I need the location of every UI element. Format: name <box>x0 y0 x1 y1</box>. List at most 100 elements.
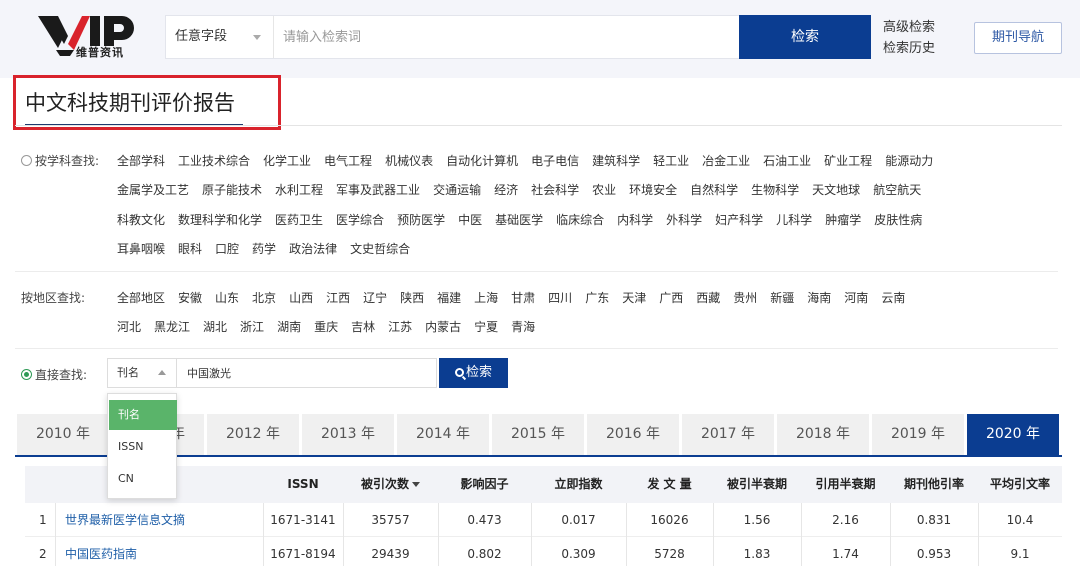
search-button[interactable]: 检索 <box>739 15 871 59</box>
journal-nav-button[interactable]: 期刊导航 <box>974 22 1062 54</box>
dropdown-option[interactable]: 刊名 <box>109 400 177 430</box>
dropdown-option[interactable]: CN <box>109 464 177 494</box>
subject-link[interactable]: 肿瘤学 <box>825 211 861 228</box>
region-link[interactable]: 西藏 <box>696 289 720 306</box>
year-tab[interactable]: 2016 年 <box>587 414 679 455</box>
subject-link[interactable]: 冶金工业 <box>702 152 750 169</box>
region-link[interactable]: 广东 <box>585 289 609 306</box>
year-tab[interactable]: 2015 年 <box>492 414 584 455</box>
region-link[interactable]: 全部地区 <box>117 289 165 306</box>
subject-link[interactable]: 轻工业 <box>653 152 689 169</box>
subject-link[interactable]: 妇产科学 <box>715 211 763 228</box>
region-link[interactable]: 山东 <box>215 289 239 306</box>
subject-link[interactable]: 经济 <box>494 181 518 198</box>
year-tab[interactable]: 2017 年 <box>682 414 774 455</box>
subject-link[interactable]: 文史哲综合 <box>350 240 410 257</box>
region-link[interactable]: 新疆 <box>770 289 794 306</box>
region-link[interactable]: 青海 <box>511 318 535 335</box>
region-link[interactable]: 安徽 <box>178 289 202 306</box>
subject-link[interactable]: 全部学科 <box>117 152 165 169</box>
subject-link[interactable]: 自然科学 <box>690 181 738 198</box>
subject-link[interactable]: 眼科 <box>178 240 202 257</box>
journal-name-link[interactable]: 世界最新医学信息文摘 <box>65 503 255 537</box>
subject-link[interactable]: 航空航天 <box>873 181 921 198</box>
column-header[interactable]: 被引次数 <box>343 466 438 503</box>
subject-link[interactable]: 医药卫生 <box>275 211 323 228</box>
region-link[interactable]: 陕西 <box>400 289 424 306</box>
subject-link[interactable]: 工业技术综合 <box>178 152 250 169</box>
subject-link[interactable]: 交通运输 <box>433 181 481 198</box>
subject-link[interactable]: 数理科学和化学 <box>178 211 262 228</box>
region-link[interactable]: 辽宁 <box>363 289 387 306</box>
subject-link[interactable]: 科教文化 <box>117 211 165 228</box>
subject-link[interactable]: 社会科学 <box>531 181 579 198</box>
region-link[interactable]: 黑龙江 <box>154 318 190 335</box>
subject-link[interactable]: 能源动力 <box>885 152 933 169</box>
region-link[interactable]: 湖北 <box>203 318 227 335</box>
direct-field-select[interactable]: 刊名 <box>107 358 177 388</box>
region-link[interactable]: 四川 <box>548 289 572 306</box>
region-link[interactable]: 上海 <box>474 289 498 306</box>
radio-icon[interactable] <box>21 155 32 166</box>
year-tab[interactable]: 2019 年 <box>872 414 964 455</box>
region-link[interactable]: 浙江 <box>240 318 264 335</box>
region-link[interactable]: 湖南 <box>277 318 301 335</box>
subject-link[interactable]: 军事及武器工业 <box>336 181 420 198</box>
region-link[interactable]: 江西 <box>326 289 350 306</box>
subject-link[interactable]: 口腔 <box>215 240 239 257</box>
region-link[interactable]: 甘肃 <box>511 289 535 306</box>
region-link[interactable]: 宁夏 <box>474 318 498 335</box>
region-link[interactable]: 北京 <box>252 289 276 306</box>
subject-filter-option[interactable]: 按学科查找: <box>21 152 99 169</box>
subject-link[interactable]: 中医 <box>458 211 482 228</box>
direct-search-option[interactable]: 直接查找: <box>21 366 87 383</box>
direct-search-input[interactable] <box>177 358 437 388</box>
region-link[interactable]: 广西 <box>659 289 683 306</box>
year-tab[interactable]: 2018 年 <box>777 414 869 455</box>
region-link[interactable]: 内蒙古 <box>425 318 461 335</box>
year-tab[interactable]: 2014 年 <box>397 414 489 455</box>
subject-link[interactable]: 石油工业 <box>763 152 811 169</box>
subject-link[interactable]: 电子电信 <box>531 152 579 169</box>
field-select[interactable]: 任意字段 <box>166 16 274 58</box>
subject-link[interactable]: 医学综合 <box>336 211 384 228</box>
region-link[interactable]: 江苏 <box>388 318 412 335</box>
subject-link[interactable]: 政治法律 <box>289 240 337 257</box>
subject-link[interactable]: 自动化计算机 <box>446 152 518 169</box>
year-tab[interactable]: 2010 年 <box>17 414 109 455</box>
year-tab[interactable]: 2020 年 <box>967 414 1059 455</box>
search-history-link[interactable]: 检索历史 <box>883 38 935 59</box>
radio-selected-icon[interactable] <box>21 369 32 380</box>
subject-link[interactable]: 生物科学 <box>751 181 799 198</box>
subject-link[interactable]: 金属学及工艺 <box>117 181 189 198</box>
subject-link[interactable]: 预防医学 <box>397 211 445 228</box>
subject-link[interactable]: 儿科学 <box>776 211 812 228</box>
subject-link[interactable]: 外科学 <box>666 211 702 228</box>
region-link[interactable]: 河北 <box>117 318 141 335</box>
subject-link[interactable]: 矿业工程 <box>824 152 872 169</box>
subject-link[interactable]: 基础医学 <box>495 211 543 228</box>
region-link[interactable]: 云南 <box>881 289 905 306</box>
year-tab[interactable]: 2012 年 <box>207 414 299 455</box>
subject-link[interactable]: 电气工程 <box>324 152 372 169</box>
sort-desc-icon[interactable] <box>412 482 420 487</box>
region-link[interactable]: 山西 <box>289 289 313 306</box>
journal-name-link[interactable]: 中国医药指南 <box>65 537 255 566</box>
region-link[interactable]: 贵州 <box>733 289 757 306</box>
dropdown-option[interactable]: ISSN <box>109 432 177 462</box>
subject-link[interactable]: 内科学 <box>617 211 653 228</box>
region-link[interactable]: 河南 <box>844 289 868 306</box>
subject-link[interactable]: 耳鼻咽喉 <box>117 240 165 257</box>
advanced-search-link[interactable]: 高级检索 <box>883 17 935 38</box>
region-link[interactable]: 吉林 <box>351 318 375 335</box>
subject-link[interactable]: 药学 <box>252 240 276 257</box>
region-link[interactable]: 天津 <box>622 289 646 306</box>
subject-link[interactable]: 环境安全 <box>629 181 677 198</box>
region-link[interactable]: 海南 <box>807 289 831 306</box>
region-link[interactable]: 福建 <box>437 289 461 306</box>
search-input[interactable] <box>283 16 733 58</box>
subject-link[interactable]: 原子能技术 <box>202 181 262 198</box>
subject-link[interactable]: 机械仪表 <box>385 152 433 169</box>
subject-link[interactable]: 化学工业 <box>263 152 311 169</box>
subject-link[interactable]: 水利工程 <box>275 181 323 198</box>
